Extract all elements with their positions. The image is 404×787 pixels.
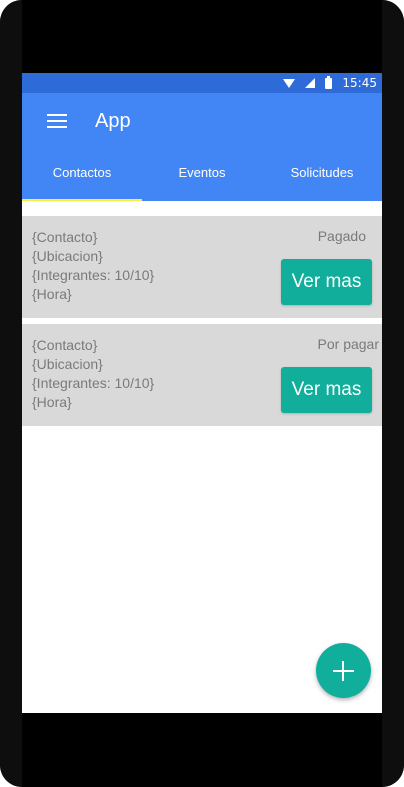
status-time: 15:45 — [342, 76, 377, 90]
ver-mas-button[interactable]: Ver mas — [281, 367, 372, 413]
tab-solicitudes[interactable]: Solicitudes — [262, 149, 382, 201]
app-title: App — [95, 109, 131, 132]
wifi-icon — [283, 78, 296, 88]
contact-members: {Integrantes: 10/10} — [32, 267, 155, 283]
list-item: {Contacto} {Ubicacion} {Integrantes: 10/… — [22, 216, 382, 318]
tab-bar: Contactos Eventos Solicitudes — [22, 149, 382, 201]
payment-status: Pagado — [317, 228, 366, 244]
app-bar: App — [22, 93, 382, 149]
payment-status: Por pagar — [317, 336, 379, 352]
contact-name: {Contacto} — [32, 229, 98, 245]
contact-time: {Hora} — [32, 394, 72, 410]
signal-icon — [305, 78, 316, 88]
hamburger-menu-icon[interactable] — [47, 110, 67, 132]
phone-right-edge — [382, 0, 404, 787]
status-bar: 15:45 — [22, 73, 382, 93]
phone-left-edge — [0, 0, 22, 787]
contact-members: {Integrantes: 10/10} — [32, 375, 155, 391]
list-item: {Contacto} {Ubicacion} {Integrantes: 10/… — [22, 324, 382, 426]
card-info: {Contacto} {Ubicacion} {Integrantes: 10/… — [32, 336, 154, 412]
add-fab-button[interactable] — [316, 643, 371, 698]
tab-contactos[interactable]: Contactos — [22, 149, 142, 201]
contact-name: {Contacto} — [32, 337, 98, 353]
battery-icon — [325, 75, 333, 89]
tab-indicator — [22, 199, 142, 201]
contact-time: {Hora} — [32, 286, 72, 302]
card-info: {Contacto} {Ubicacion} {Integrantes: 10/… — [32, 228, 154, 304]
phone-frame: 15:45 App Contactos Eventos Solicitudes … — [0, 0, 404, 787]
contact-location: {Ubicacion} — [32, 248, 103, 264]
tab-eventos[interactable]: Eventos — [142, 149, 262, 201]
app-screen: 15:45 App Contactos Eventos Solicitudes … — [22, 73, 382, 713]
ver-mas-button[interactable]: Ver mas — [281, 259, 372, 305]
contact-location: {Ubicacion} — [32, 356, 103, 372]
contact-list: {Contacto} {Ubicacion} {Integrantes: 10/… — [22, 201, 382, 426]
